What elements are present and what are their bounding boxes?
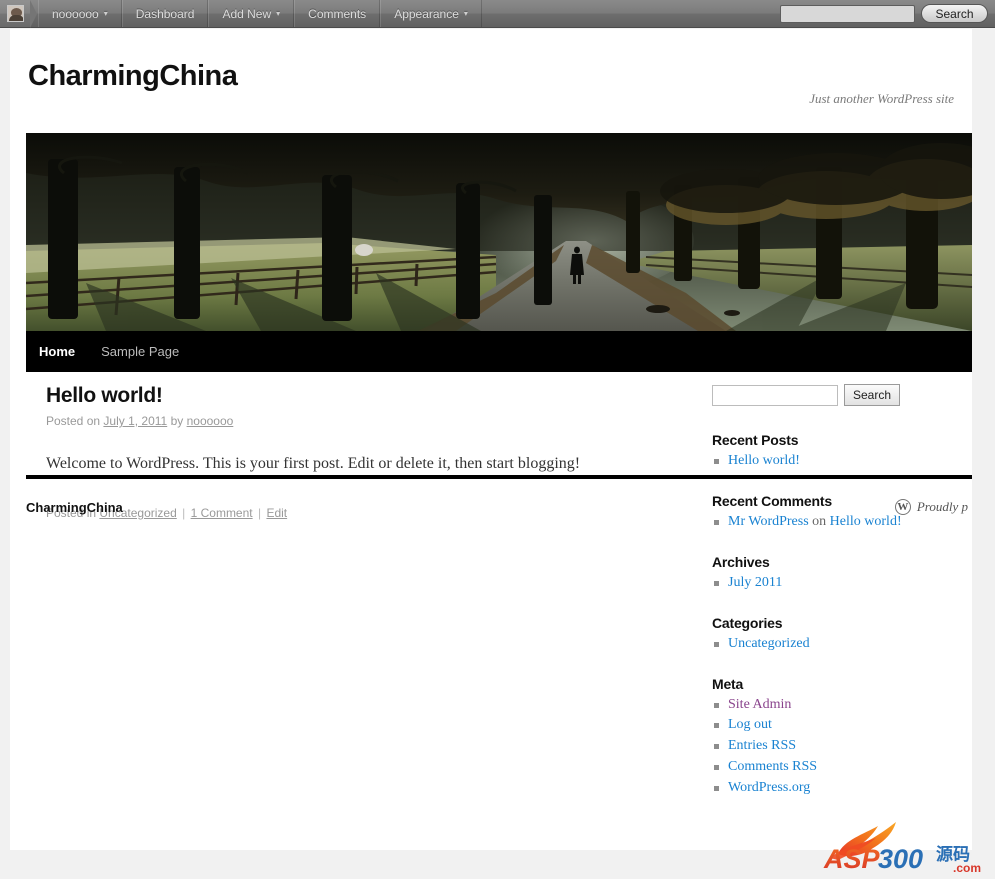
meta-wordpress-org-link[interactable]: WordPress.org: [728, 780, 810, 795]
widget-list: Site Admin Log out Entries RSS Comments …: [712, 696, 954, 798]
sidebar-search-input[interactable]: [712, 384, 838, 406]
list-item: Site Admin: [712, 696, 954, 715]
admin-bar-search: Search: [780, 0, 995, 27]
admin-bar-item-dashboard[interactable]: Dashboard: [121, 0, 209, 27]
primary-navigation: Home Sample Page: [26, 331, 972, 372]
widget-list: Hello world!: [712, 452, 954, 471]
meta-site-admin-link[interactable]: Site Admin: [728, 697, 791, 712]
widget-recent-posts: Recent Posts Hello world!: [712, 432, 954, 471]
admin-bar-spacer: [482, 0, 780, 27]
list-item: WordPress.org: [712, 779, 954, 798]
admin-bar-search-button[interactable]: Search: [921, 4, 988, 23]
post-meta: Posted on July 1, 2011 by noooooo: [46, 414, 696, 428]
widget-list: Uncategorized: [712, 635, 954, 654]
site-branding: CharmingChina Just another WordPress sit…: [10, 29, 972, 133]
post-content: Welcome to WordPress. This is your first…: [46, 452, 696, 476]
list-item: Uncategorized: [712, 635, 954, 654]
footer-generator-text[interactable]: Proudly p: [917, 499, 968, 515]
footer-generator: W Proudly p: [894, 499, 968, 515]
nav-item-sample-page[interactable]: Sample Page: [88, 331, 192, 372]
avatar-arrow-icon: [30, 0, 37, 28]
admin-bar-item-label: Dashboard: [135, 6, 195, 21]
watermark-com-text: .com: [953, 861, 981, 874]
wp-admin-bar: noooooo ▾ Dashboard Add New ▾ Comments A…: [0, 0, 995, 28]
admin-bar-item-add-new[interactable]: Add New ▾: [208, 0, 295, 27]
widget-title: Meta: [712, 675, 744, 692]
admin-bar-item-account[interactable]: noooooo ▾: [38, 0, 122, 27]
widget-title: Recent Posts: [712, 432, 799, 448]
widget-categories: Categories Uncategorized: [712, 615, 954, 654]
post-author-link[interactable]: noooooo: [187, 414, 234, 428]
footer-site-name[interactable]: CharmingChina: [26, 500, 123, 515]
widget-archives: Archives July 2011: [712, 554, 954, 593]
page-wrapper: CharmingChina Just another WordPress sit…: [10, 29, 972, 850]
avatar: [6, 5, 24, 22]
admin-bar-item-label: Appearance: [394, 6, 459, 21]
header-image: [26, 133, 972, 331]
wordpress-logo-icon: W: [894, 499, 911, 515]
recent-post-link[interactable]: Hello world!: [728, 453, 800, 468]
list-item: Comments RSS: [712, 758, 954, 777]
post-date-link[interactable]: July 1, 2011: [103, 414, 167, 428]
archive-link[interactable]: July 2011: [728, 575, 782, 590]
list-item: Entries RSS: [712, 737, 954, 756]
admin-bar-item-appearance[interactable]: Appearance ▾: [380, 0, 482, 27]
post-meta-by-label: by: [170, 414, 184, 428]
site-footer: CharmingChina W Proudly p: [26, 475, 972, 517]
widget-title: Archives: [712, 553, 770, 570]
list-item: July 2011: [712, 574, 954, 593]
avatar-body: [8, 15, 23, 21]
chevron-down-icon: ▾: [103, 8, 108, 18]
meta-log-out-link[interactable]: Log out: [728, 717, 772, 732]
nav-item-home[interactable]: Home: [26, 331, 88, 372]
site-description: Just another WordPress site: [809, 91, 954, 106]
chevron-down-icon: ▾: [463, 8, 468, 18]
admin-bar-item-label: noooooo: [52, 6, 99, 21]
list-item: Hello world!: [712, 452, 954, 471]
widget-list: July 2011: [712, 574, 954, 593]
admin-bar-search-input[interactable]: [780, 4, 915, 23]
sidebar: Search Recent Posts Hello world! Recent …: [712, 384, 954, 820]
admin-bar-avatar-wrap[interactable]: [0, 0, 37, 28]
widget-title: Categories: [712, 614, 783, 631]
post-meta-posted-on-label: Posted on: [46, 414, 101, 428]
site-title[interactable]: CharmingChina: [28, 60, 954, 93]
meta-comments-rss-link[interactable]: Comments RSS: [728, 759, 817, 774]
sidebar-search-button[interactable]: Search: [844, 384, 901, 406]
admin-bar-item-label: Comments: [308, 6, 367, 21]
widget-meta: Meta Site Admin Log out Entries RSS Comm…: [712, 676, 954, 798]
admin-bar-item-label: Add New: [222, 6, 272, 21]
category-link[interactable]: Uncategorized: [728, 636, 810, 651]
post-body-paragraph: Welcome to WordPress. This is your first…: [46, 455, 581, 472]
chevron-down-icon: ▾: [276, 8, 281, 18]
meta-entries-rss-link[interactable]: Entries RSS: [728, 738, 796, 753]
post-title[interactable]: Hello world!: [46, 384, 696, 408]
admin-bar-item-comments[interactable]: Comments: [294, 0, 381, 27]
list-item: Log out: [712, 716, 954, 735]
sidebar-search-form: Search: [712, 384, 954, 406]
